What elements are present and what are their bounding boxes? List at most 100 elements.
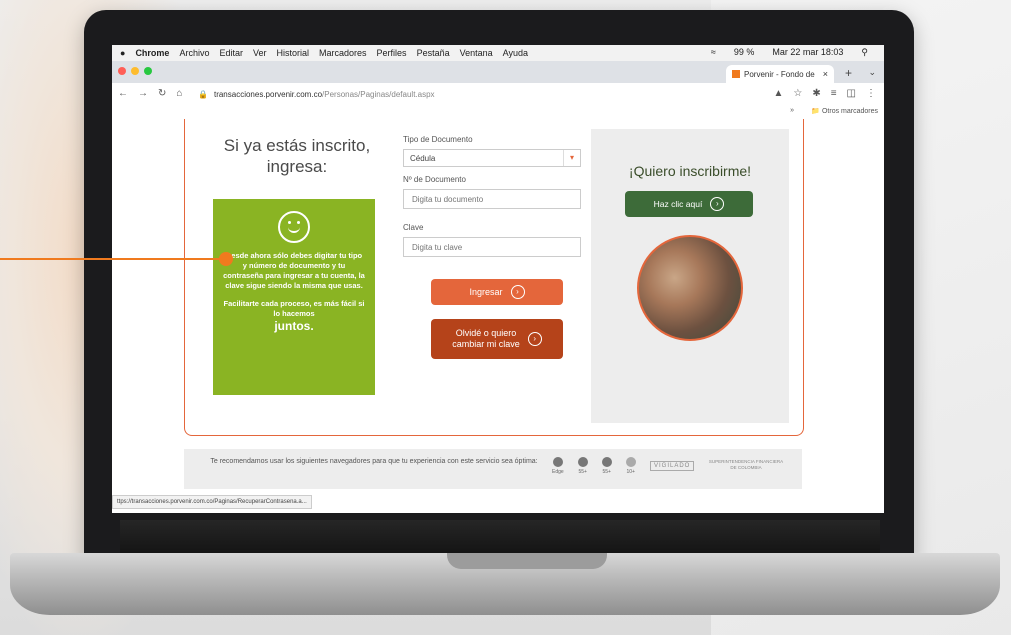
window-controls	[118, 67, 152, 75]
other-bookmarks[interactable]: 📁 Otros marcadores	[811, 107, 878, 115]
login-button[interactable]: Ingresar ›	[431, 279, 563, 305]
browser-safari[interactable]: 10+	[625, 457, 636, 475]
login-title: Si ya estás inscrito, ingresa:	[207, 135, 387, 177]
forgot-password-button[interactable]: Olvidé o quiero cambiar mi clave ›	[431, 319, 563, 359]
signup-panel: ¡Quiero inscribirme! Haz clic aquí ›	[591, 129, 789, 423]
browser-recommendation: Te recomendamos usar los siguientes nave…	[210, 458, 538, 465]
back-icon[interactable]: ←	[118, 88, 128, 99]
tab-search-icon[interactable]: ⌄	[868, 67, 876, 78]
page-content: Si ya estás inscrito, ingresa: Desde aho…	[112, 119, 884, 513]
couple-photo	[637, 235, 743, 341]
new-tab-icon[interactable]: +	[845, 66, 852, 80]
superfinanciera-logo: SUPERINTENDENCIA FINANCIERA DE COLOMBIA	[708, 459, 784, 470]
forgot-line1: Olvidé o quiero	[455, 328, 517, 338]
doc-type-label: Tipo de Documento	[403, 135, 473, 144]
callout-dot	[219, 252, 233, 266]
close-window-icon[interactable]	[118, 67, 126, 75]
apple-icon[interactable]: ●	[120, 48, 125, 58]
url-path: /Personas/Paginas/default.aspx	[322, 89, 435, 99]
info-text: Desde ahora sólo debes digitar tu tipo y…	[223, 251, 365, 290]
login-button-label: Ingresar	[469, 287, 503, 297]
login-card: Si ya estás inscrito, ingresa: Desde aho…	[184, 119, 804, 436]
info-text-2: Facilitarte cada proceso, es más fácil s…	[223, 299, 365, 318]
signup-button-label: Haz clic aquí	[653, 199, 703, 209]
browser-edge[interactable]: Edge	[552, 457, 564, 475]
minimize-window-icon[interactable]	[131, 67, 139, 75]
info-box: Desde ahora sólo debes digitar tu tipo y…	[213, 199, 375, 395]
menu-item-historial[interactable]: Historial	[277, 48, 310, 58]
password-label: Clave	[403, 223, 424, 232]
arrow-right-icon: ›	[527, 332, 542, 346]
doc-type-value: Cédula	[410, 153, 436, 163]
menu-item-ayuda[interactable]: Ayuda	[503, 48, 528, 58]
battery-level[interactable]: 99 %	[734, 47, 755, 58]
menu-kebab-icon[interactable]: ⋮	[866, 88, 876, 99]
doc-type-select[interactable]: Cédula ▾	[403, 149, 581, 167]
nav-buttons: ← → ↻ ⌂	[118, 88, 182, 99]
login-title-line2: ingresa:	[266, 157, 328, 176]
info-text-3: juntos.	[274, 319, 314, 333]
footer: Te recomendamos usar los siguientes nave…	[184, 449, 802, 489]
menu-item-archivo[interactable]: Archivo	[179, 48, 209, 58]
status-bar-url: ttps://transacciones.porvenir.com.co/Pag…	[112, 495, 312, 509]
signup-button[interactable]: Haz clic aquí ›	[625, 191, 753, 217]
menu-item-perfiles[interactable]: Perfiles	[377, 48, 407, 58]
laptop-base	[10, 553, 1000, 615]
laptop-screen: ● Chrome Archivo Editar Ver Historial Ma…	[112, 45, 884, 513]
forgot-line2: cambiar mi clave	[452, 339, 520, 349]
menu-app-name[interactable]: Chrome	[135, 48, 169, 58]
url-host: transacciones.porvenir.com.co	[213, 89, 323, 99]
extensions-icon[interactable]: ✱	[812, 88, 820, 99]
menu-item-editar[interactable]: Editar	[219, 48, 243, 58]
share-icon[interactable]: ▲	[773, 88, 783, 99]
browser-list: Edge 55+ 55+ 10+	[552, 457, 636, 475]
bookmarks-bar: » 📁 Otros marcadores	[112, 105, 884, 119]
wifi-icon[interactable]: ≈	[711, 47, 716, 58]
other-bookmarks-label: Otros marcadores	[821, 108, 878, 115]
browser-chrome[interactable]: 55+	[577, 457, 588, 475]
bookmarks-overflow-icon[interactable]: »	[790, 107, 794, 114]
search-icon[interactable]: ⚲	[861, 47, 868, 58]
password-input[interactable]	[403, 237, 581, 257]
browser-firefox[interactable]: 55+	[601, 457, 612, 475]
menu-item-ver[interactable]: Ver	[253, 48, 267, 58]
browser-chrome-label: 55+	[578, 469, 587, 475]
menu-item-ventana[interactable]: Ventana	[460, 48, 493, 58]
vigilado-badge: VIGILADO	[650, 461, 695, 471]
menu-item-marcadores[interactable]: Marcadores	[319, 48, 367, 58]
callout-line	[0, 258, 228, 260]
chevron-down-icon[interactable]: ▾	[563, 150, 580, 166]
browser-toolbar: ← → ↻ ⌂ 🔒 transacciones.porvenir.com.co /…	[112, 83, 884, 106]
reload-icon[interactable]: ↻	[158, 88, 166, 99]
zoom-window-icon[interactable]	[144, 67, 152, 75]
login-title-line1: Si ya estás inscrito,	[223, 136, 371, 155]
menubar-status: ≈ 99 % Mar 22 mar 18:03 ⚲	[711, 47, 878, 58]
browser-tab[interactable]: Porvenir - Fondo de ×	[726, 65, 834, 83]
tab-close-icon[interactable]: ×	[823, 69, 828, 79]
forward-icon[interactable]: →	[138, 88, 148, 99]
smiley-icon	[278, 211, 310, 243]
mac-menubar: ● Chrome Archivo Editar Ver Historial Ma…	[112, 45, 884, 61]
tab-title: Porvenir - Fondo de	[744, 69, 815, 79]
forgot-button-text: Olvidé o quiero cambiar mi clave	[452, 328, 520, 350]
home-icon[interactable]: ⌂	[176, 88, 182, 99]
doc-number-label: Nº de Documento	[403, 175, 466, 184]
tab-strip: Porvenir - Fondo de × + ⌄	[112, 61, 884, 83]
sidepanel-icon[interactable]: ◫	[847, 88, 856, 99]
chrome-icon	[577, 457, 588, 467]
address-bar[interactable]: 🔒 transacciones.porvenir.com.co/Personas…	[198, 87, 758, 101]
firefox-icon	[601, 457, 612, 467]
browser-firefox-label: 55+	[602, 469, 611, 475]
menu-item-pestana[interactable]: Pestaña	[417, 48, 450, 58]
browser-safari-label: 10+	[626, 469, 635, 475]
browser-edge-label: Edge	[552, 469, 564, 475]
lock-icon[interactable]: 🔒	[198, 90, 208, 99]
menubar-datetime[interactable]: Mar 22 mar 18:03	[772, 47, 843, 58]
laptop-notch	[447, 553, 607, 569]
reading-list-icon[interactable]: ≡	[831, 88, 837, 99]
doc-number-input[interactable]	[403, 189, 581, 209]
toolbar-actions: ▲ ☆ ✱ ≡ ◫ ⋮	[773, 88, 876, 99]
porvenir-favicon-icon	[732, 70, 740, 78]
edge-icon	[552, 457, 563, 467]
bookmark-star-icon[interactable]: ☆	[793, 88, 802, 99]
